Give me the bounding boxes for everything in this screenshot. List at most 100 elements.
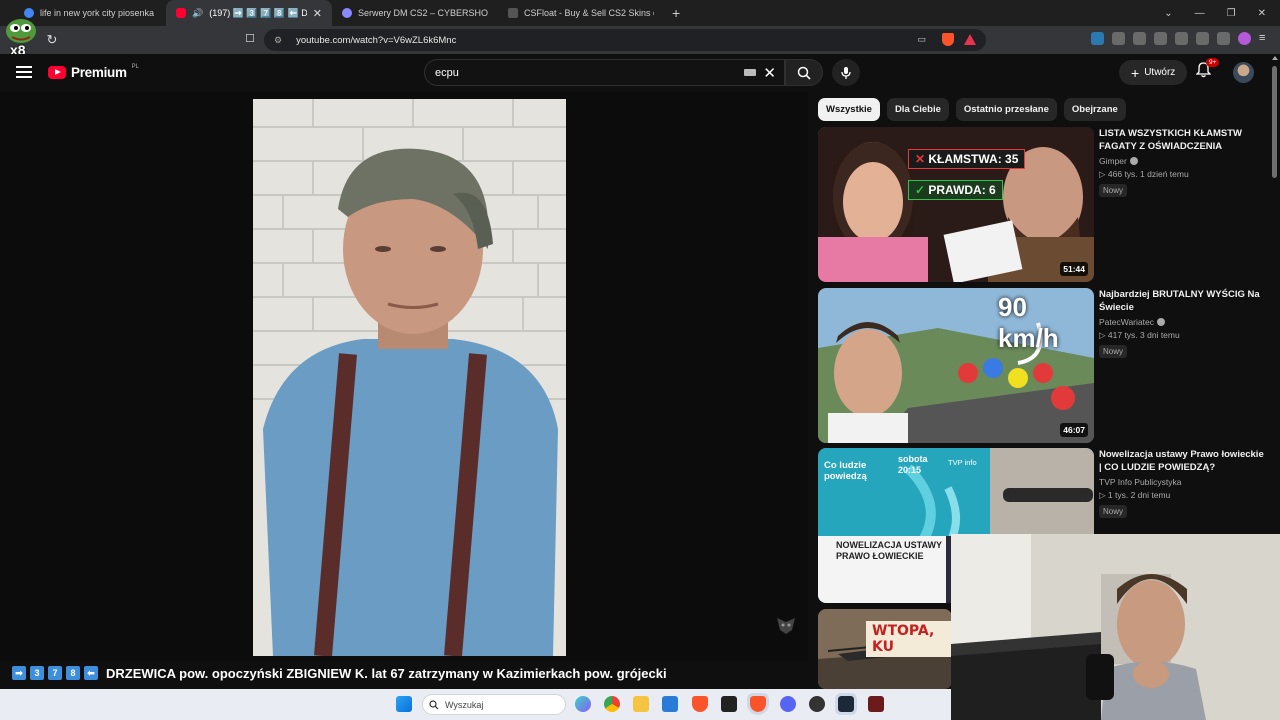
video-player[interactable]: [0, 92, 808, 662]
tab-title: CSFloat - Buy & Sell CS2 Skins on the: [524, 8, 654, 18]
video-thumbnail[interactable]: WTOPA, KU: [818, 609, 952, 689]
taskbar-search-placeholder: Wyszukaj: [445, 699, 484, 710]
cybershoke-icon: [342, 8, 352, 18]
sidebar-icon[interactable]: [1154, 32, 1167, 45]
video-stats: ▷ 466 tys. 1 dzień temu: [1099, 169, 1189, 179]
restore-icon[interactable]: ❐: [1227, 8, 1236, 19]
url-text: youtube.com/watch?v=V6wZL6k6Mnc: [296, 34, 457, 46]
recommendation-item[interactable]: ✕ KŁAMSTWA: 35 ✓ PRAWDA: 6 51:44 LISTA W…: [818, 127, 1273, 283]
arrow-left-icon: ⬅: [84, 666, 98, 680]
new-badge: Nowy: [1099, 184, 1128, 197]
chrome-icon[interactable]: [604, 696, 620, 712]
notifications-button[interactable]: 9+: [1195, 58, 1220, 83]
video-title-link[interactable]: Nowelizacja ustawy Prawo łowieckie | CO …: [1099, 448, 1269, 474]
close-tab-icon[interactable]: ✕: [313, 7, 322, 20]
plus-icon: +: [1131, 64, 1140, 81]
menu-icon[interactable]: ≡: [1259, 32, 1272, 45]
thumbnail-lies-label: ✕ KŁAMSTWA: 35: [908, 149, 1026, 169]
keyboard-icon[interactable]: [744, 69, 756, 76]
search-button[interactable]: [785, 59, 823, 86]
channel-name[interactable]: PatecWariatec: [1099, 317, 1269, 327]
video-title: ➡ 3 7 8 ⬅ DRZEWICA pow. opoczyński ZBIGN…: [12, 664, 667, 682]
account-avatar[interactable]: [1233, 62, 1254, 83]
vpn-icon[interactable]: [1217, 32, 1230, 45]
arrow-right-icon: ➡: [12, 666, 26, 680]
logo-text: Premium: [71, 65, 127, 80]
app-icon[interactable]: [809, 696, 825, 712]
recommendation-item[interactable]: 90 km/h 46:07 Najbardziej BRUTALNY WYŚCI…: [818, 288, 1273, 444]
chip-for-you[interactable]: Dla Ciebie: [886, 98, 949, 121]
search-query: ecpu: [435, 66, 459, 79]
brave-shield-icon[interactable]: [942, 33, 954, 46]
new-badge: Nowy: [1099, 505, 1128, 518]
bookmark-icon[interactable]: ☐: [238, 32, 262, 45]
app-icon[interactable]: [721, 696, 737, 712]
brave-icon[interactable]: [692, 696, 708, 712]
video-thumbnail[interactable]: ✕ KŁAMSTWA: 35 ✓ PRAWDA: 6 51:44: [818, 127, 1094, 282]
browser-tab-2[interactable]: 🔊 (197) ➡️ 3️⃣ 7️⃣ 8️⃣ ⬅️ DRZEW ✕: [166, 0, 332, 26]
browser-tab-3[interactable]: Serwery DM CS2 – CYBERSHOKE: [332, 0, 498, 26]
youtube-header: Premium PL ecpu ✕ + Utwórz 9+: [0, 54, 1280, 92]
speaker-icon[interactable]: 🔊: [192, 8, 203, 19]
video-stats: ▷ 417 tys. 3 dni temu: [1099, 330, 1180, 340]
search-input[interactable]: ecpu ✕: [424, 59, 785, 86]
file-explorer-icon[interactable]: [633, 696, 649, 712]
windows-taskbar: Wyszukaj: [0, 689, 951, 720]
hamburger-menu-icon[interactable]: [16, 66, 32, 78]
windows-start-icon[interactable]: [396, 696, 412, 712]
clear-search-icon[interactable]: ✕: [763, 64, 776, 82]
brave-rewards-icon[interactable]: [964, 34, 976, 45]
csfloat-icon: [508, 8, 518, 18]
tab-search-icon[interactable]: ⌄: [1164, 8, 1172, 19]
video-title-link[interactable]: LISTA WSZYSTKICH KŁAMSTW FAGATY Z OŚWIAD…: [1099, 127, 1269, 153]
cast-icon[interactable]: ▭: [917, 34, 926, 45]
digit-badge: 3: [30, 666, 44, 680]
discord-icon[interactable]: [780, 696, 796, 712]
taskbar-search-input[interactable]: Wyszukaj: [422, 694, 566, 715]
game-icon[interactable]: [868, 696, 884, 712]
chip-recently-uploaded[interactable]: Ostatnio przesłane: [955, 98, 1057, 121]
new-tab-button[interactable]: +: [664, 5, 688, 21]
site-info-icon[interactable]: ⚙: [274, 35, 282, 46]
create-label: Utwórz: [1144, 67, 1176, 78]
create-button[interactable]: + Utwórz: [1119, 60, 1188, 85]
store-icon[interactable]: [662, 696, 678, 712]
video-meta: Nowelizacja ustawy Prawo łowieckie | CO …: [1099, 448, 1269, 519]
thumbnail-truth-label: ✓ PRAWDA: 6: [908, 180, 1003, 200]
channel-watermark-icon[interactable]: [775, 614, 797, 636]
profile-icon[interactable]: [1238, 32, 1251, 45]
microphone-icon: [841, 66, 851, 79]
video-thumbnail[interactable]: 90 km/h 46:07: [818, 288, 1094, 443]
minimize-icon[interactable]: —: [1195, 8, 1205, 19]
reload-icon[interactable]: ↻: [40, 32, 64, 48]
tab-title: life in new york city piosenka - Goog: [40, 8, 156, 18]
copilot-icon[interactable]: [575, 696, 591, 712]
puzzle-icon[interactable]: [1112, 32, 1125, 45]
chip-watched[interactable]: Obejrzane: [1063, 98, 1126, 121]
close-window-icon[interactable]: ✕: [1258, 8, 1266, 19]
leo-icon[interactable]: [1196, 32, 1209, 45]
music-icon[interactable]: [1133, 32, 1146, 45]
browser-tab-4[interactable]: CSFloat - Buy & Sell CS2 Skins on the: [498, 0, 664, 26]
youtube-premium-logo[interactable]: Premium PL: [48, 64, 139, 80]
thumbnail-airtime: sobota 20:15: [898, 454, 928, 475]
verified-icon: [1156, 318, 1165, 326]
scrollbar-thumb[interactable]: [1272, 66, 1277, 178]
chip-all[interactable]: Wszystkie: [818, 98, 880, 121]
video-title-link[interactable]: Najbardziej BRUTALNY WYŚCIG Na Świecie: [1099, 288, 1269, 314]
extension-icon[interactable]: [1091, 32, 1104, 45]
voice-search-button[interactable]: [832, 59, 860, 86]
thumbnail-headline: NOWELIZACJA USTAWY PRAWO ŁOWIECKIE: [836, 540, 942, 561]
wallet-icon[interactable]: [1175, 32, 1188, 45]
webcam-feed: [951, 534, 1280, 720]
video-still: [253, 99, 566, 656]
browser-tab-strip: life in new york city piosenka - Goog 🔊 …: [0, 0, 1280, 26]
scroll-up-arrow[interactable]: [1272, 56, 1278, 60]
channel-name[interactable]: Gimper: [1099, 156, 1269, 166]
video-duration: 46:07: [1060, 423, 1088, 437]
brave-active-icon[interactable]: [747, 693, 769, 715]
channel-name[interactable]: TVP Info Publicystyka: [1099, 477, 1269, 487]
thumbnail-text: WTOPA, KU: [866, 621, 952, 657]
address-bar[interactable]: ⚙ youtube.com/watch?v=V6wZL6k6Mnc ▭: [264, 29, 986, 51]
steam-icon[interactable]: [835, 693, 857, 715]
